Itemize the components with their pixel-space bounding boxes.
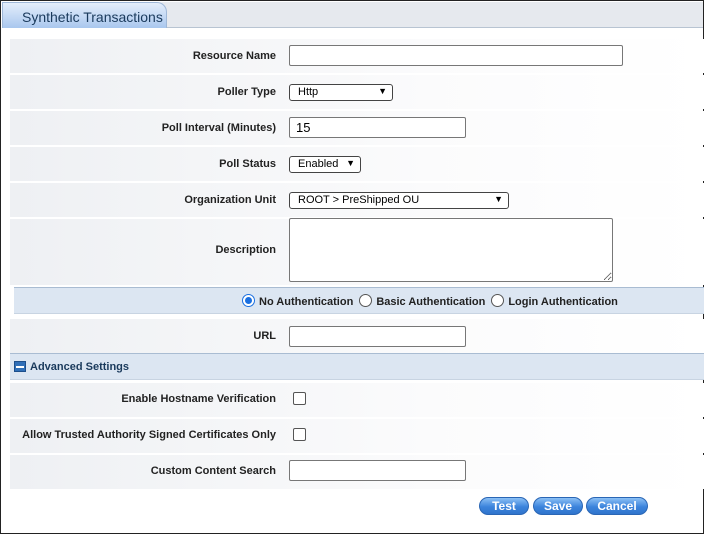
hostname-verification-row: Enable Hostname Verification (10, 383, 704, 417)
no-auth-label: No Authentication (259, 296, 354, 308)
chevron-down-icon: ▼ (378, 86, 387, 96)
advanced-settings-title: Advanced Settings (30, 361, 130, 373)
org-unit-value: ROOT > PreShipped OU (298, 194, 420, 206)
poller-type-label: Poller Type (217, 86, 276, 98)
poll-status-label: Poll Status (219, 158, 276, 170)
hostname-verification-label: Enable Hostname Verification (121, 393, 276, 405)
no-auth-radio[interactable] (242, 294, 255, 307)
cancel-button[interactable]: Cancel (586, 497, 648, 515)
basic-auth-radio[interactable] (359, 294, 373, 307)
collapse-minus-icon[interactable] (14, 361, 26, 372)
poll-interval-input[interactable] (289, 117, 466, 138)
poll-status-value: Enabled (298, 158, 339, 170)
poll-interval-label: Poll Interval (Minutes) (161, 122, 276, 134)
url-label: URL (253, 330, 276, 342)
advanced-settings-header[interactable]: Advanced Settings (10, 353, 704, 380)
url-input[interactable] (289, 326, 466, 347)
trusted-only-row: Allow Trusted Authority Signed Certifica… (10, 419, 704, 453)
poll-status-select[interactable]: Enabled ▼ (289, 156, 361, 173)
content-search-label: Custom Content Search (150, 465, 276, 477)
save-button[interactable]: Save (533, 497, 583, 515)
content-search-input[interactable] (289, 460, 466, 481)
basic-auth-label: Basic Authentication (376, 296, 486, 308)
login-auth-radio[interactable] (491, 294, 505, 307)
poller-type-value: Http (298, 86, 319, 98)
hostname-verification-checkbox[interactable] (293, 392, 306, 405)
resource-name-label: Resource Name (192, 50, 276, 62)
poller-type-select[interactable]: Http ▼ (289, 84, 393, 101)
resource-name-input[interactable] (289, 45, 623, 66)
tab-synthetic-transactions[interactable]: Synthetic Transactions (2, 2, 167, 28)
description-textarea[interactable] (289, 218, 613, 282)
synthetic-transactions-panel: Synthetic Transactions Resource Name Pol… (0, 0, 704, 534)
org-unit-select[interactable]: ROOT > PreShipped OU ▼ (289, 192, 509, 209)
test-button[interactable]: Test (479, 497, 529, 515)
chevron-down-icon: ▼ (346, 158, 355, 168)
chevron-down-icon: ▼ (494, 194, 503, 204)
auth-options-band: No Authentication Basic Authentication Log… (14, 287, 704, 314)
trusted-only-label: Allow Trusted Authority Signed Certifica… (22, 429, 276, 441)
description-label: Description (215, 244, 276, 256)
login-auth-label: Login Authentication (508, 296, 618, 308)
org-unit-label: Organization Unit (184, 194, 276, 206)
trusted-only-checkbox[interactable] (293, 428, 306, 441)
